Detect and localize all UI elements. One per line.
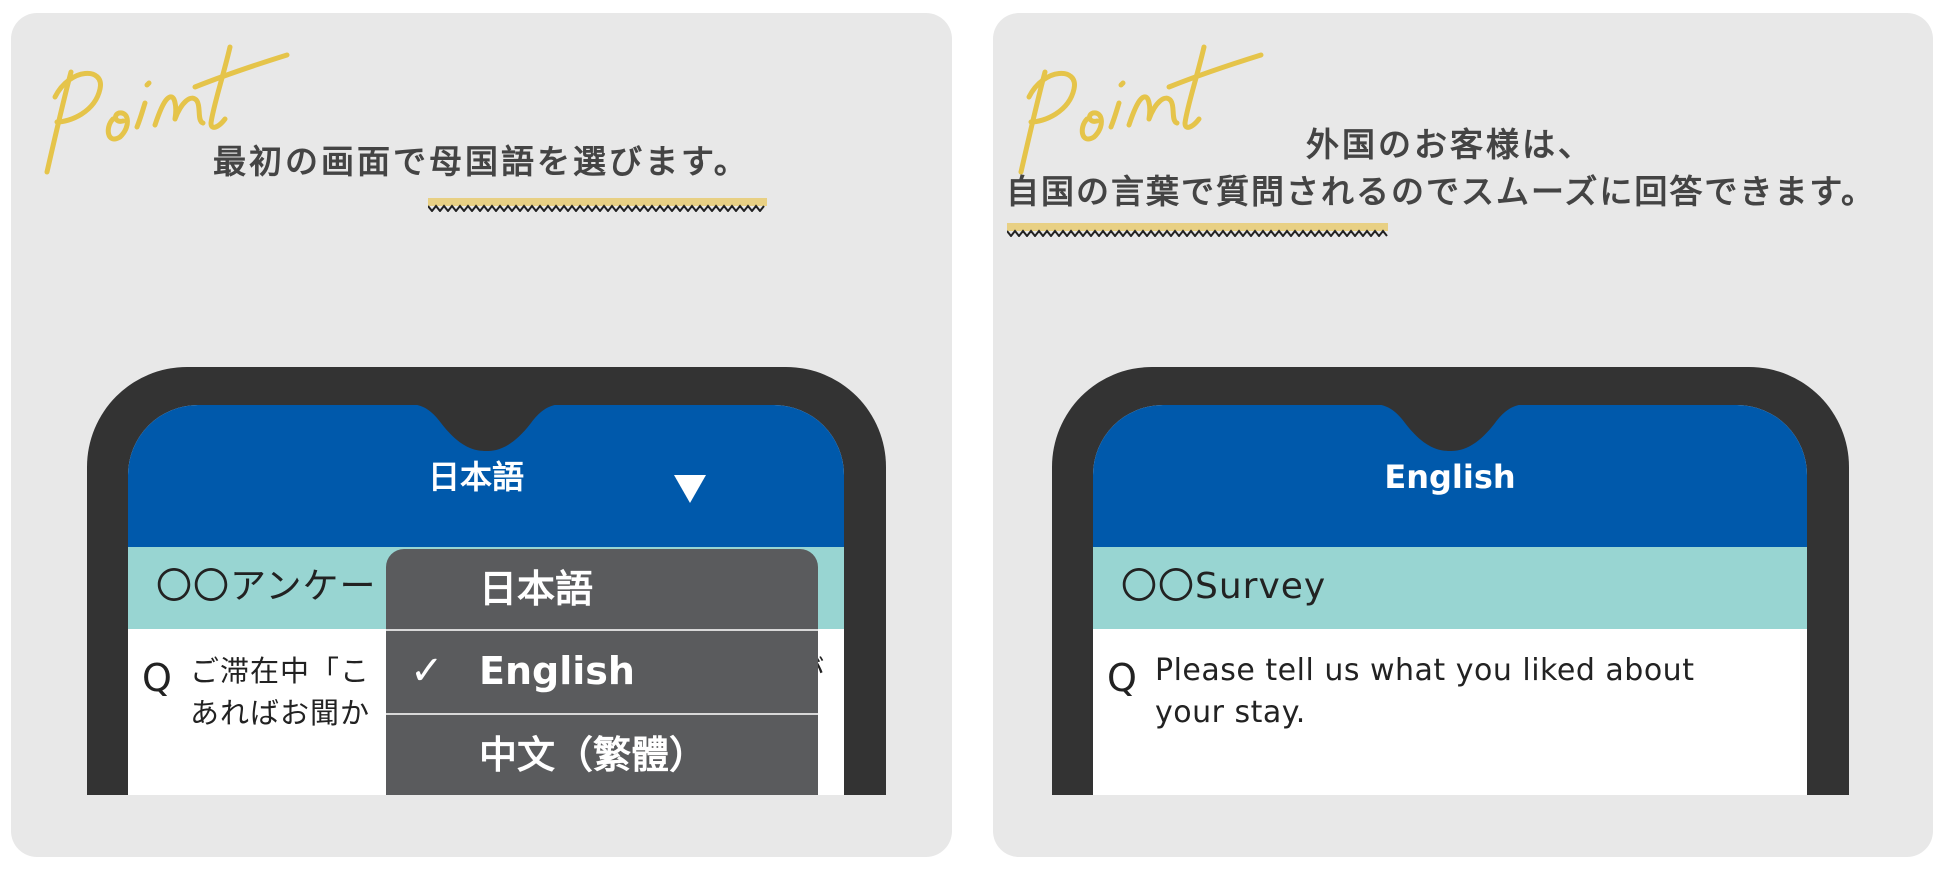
- language-dropdown-menu: 日本語 ✓ English 中文（繁體）: [386, 549, 818, 795]
- question-line: your stay.: [1155, 695, 1306, 730]
- headline-line-1: 外国のお客様は、: [1306, 125, 1594, 164]
- phone-notch: [1350, 405, 1550, 453]
- selected-language[interactable]: 日本語: [428, 457, 524, 497]
- question-mark: Q: [1107, 656, 1137, 700]
- left-point-card: 最初の画面で母国語を選びます。 日本語 〇〇アンケー Q ご滞在中「こ あればお…: [11, 13, 952, 857]
- survey-title: 〇〇アンケー: [156, 566, 377, 607]
- question-line: ご滞在中「こ: [190, 654, 371, 688]
- dropdown-item-label: 日本語: [479, 567, 594, 611]
- zigzag-path: [428, 204, 765, 212]
- dropdown-item-label: 中文（繁體）: [479, 733, 708, 777]
- selected-language[interactable]: English: [1093, 457, 1807, 497]
- headline-highlight-underline: [428, 198, 767, 214]
- language-header[interactable]: 日本語: [128, 405, 844, 547]
- phone-mockup: 日本語 〇〇アンケー Q ご滞在中「こ あればお聞か が 日本語: [87, 367, 886, 795]
- survey-title: 〇〇Survey: [1121, 566, 1327, 607]
- dropdown-item-chinese-traditional[interactable]: 中文（繁體）: [386, 715, 818, 795]
- phone-screen: English 〇〇Survey Q Please tell us what y…: [1093, 405, 1807, 795]
- headline: 最初の画面で母国語を選びます。: [213, 142, 750, 181]
- dropdown-item-japanese[interactable]: 日本語: [386, 549, 818, 629]
- phone-notch: [386, 405, 586, 453]
- phone-screen: 日本語 〇〇アンケー Q ご滞在中「こ あればお聞か が 日本語: [128, 405, 844, 795]
- headline-line-2: 自国の言葉で質問されるのでスムーズに回答できます。: [1006, 172, 1877, 211]
- check-icon: ✓: [410, 648, 444, 694]
- phone-mockup: English 〇〇Survey Q Please tell us what y…: [1052, 367, 1849, 795]
- question-text: Please tell us what you liked about your…: [1155, 650, 1694, 734]
- right-point-card: 外国のお客様は、 自国の言葉で質問されるのでスムーズに回答できます。 Engli…: [993, 13, 1933, 857]
- headline-highlight-underline: [1007, 223, 1388, 239]
- zigzag-path: [1007, 229, 1388, 237]
- question-mark: Q: [142, 656, 172, 700]
- survey-title-bar: 〇〇Survey: [1093, 547, 1807, 629]
- question-line: あればお聞か: [190, 696, 371, 730]
- zigzag-line: [1007, 229, 1388, 237]
- triangle-down-icon[interactable]: [674, 475, 706, 503]
- language-header[interactable]: English: [1093, 405, 1807, 547]
- point-script-icon: [1018, 44, 1264, 175]
- question-text: ご滞在中「こ あればお聞か: [190, 650, 370, 734]
- dropdown-item-label: English: [479, 649, 635, 693]
- point-badge: [999, 27, 1264, 177]
- question-line: Please tell us what you liked about: [1155, 653, 1695, 688]
- zigzag-line: [428, 204, 765, 212]
- dropdown-item-english[interactable]: ✓ English: [386, 631, 818, 711]
